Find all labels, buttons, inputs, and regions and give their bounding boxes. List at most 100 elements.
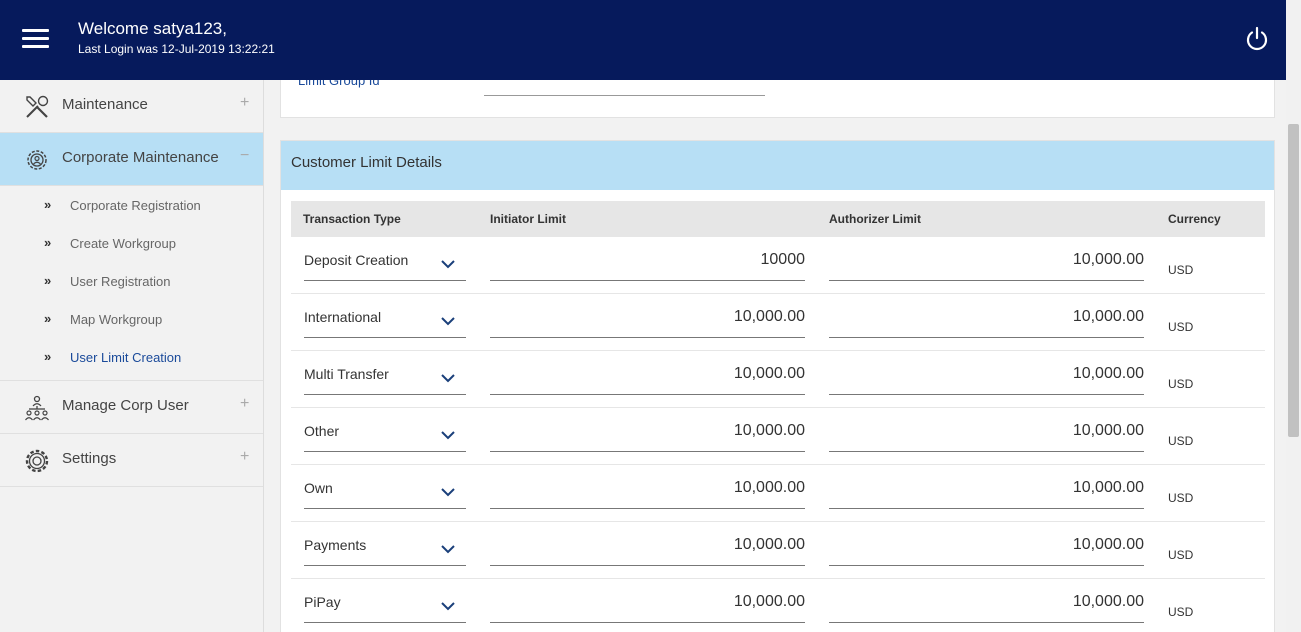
- transaction-type-value: Deposit Creation: [304, 252, 409, 268]
- transaction-type-select[interactable]: International: [304, 307, 466, 338]
- welcome-text: Welcome satya123,: [78, 19, 227, 38]
- table-row: Own 10,000.00 10,000.00 USD: [291, 465, 1265, 522]
- chevron-down-icon: [441, 260, 455, 269]
- sidebar-item-settings[interactable]: Settings +: [0, 434, 263, 487]
- authorizer-limit-input[interactable]: 10,000.00: [829, 364, 1144, 395]
- authorizer-limit-value: 10,000.00: [1072, 479, 1144, 496]
- table-row: Payments 10,000.00 10,000.00 USD: [291, 522, 1265, 579]
- authorizer-limit-input[interactable]: 10,000.00: [829, 421, 1144, 452]
- transaction-type-select[interactable]: Deposit Creation: [304, 250, 466, 281]
- double-chevron-icon: »: [44, 311, 52, 326]
- org-chart-icon: [25, 395, 49, 421]
- scrollbar-thumb[interactable]: [1288, 124, 1299, 437]
- chevron-down-icon: [441, 488, 455, 497]
- initiator-limit-value: 10,000.00: [733, 422, 805, 439]
- table-header: Transaction Type Initiator Limit Authori…: [291, 201, 1265, 237]
- authorizer-limit-value: 10,000.00: [1072, 593, 1144, 610]
- main-content: Limit Group Id Customer Limit Details Tr…: [264, 80, 1286, 632]
- double-chevron-icon: »: [44, 349, 52, 364]
- chevron-down-icon: [441, 317, 455, 326]
- initiator-limit-input[interactable]: 10000: [490, 250, 805, 281]
- initiator-limit-value: 10,000.00: [733, 308, 805, 325]
- transaction-type-select[interactable]: Multi Transfer: [304, 364, 466, 395]
- initiator-limit-input[interactable]: 10,000.00: [490, 307, 805, 338]
- currency-value: USD: [1168, 263, 1194, 277]
- table-row: Deposit Creation 10000 10,000.00 USD: [291, 237, 1265, 294]
- sidebar-item-maintenance[interactable]: Maintenance +: [0, 80, 263, 133]
- initiator-limit-value: 10000: [760, 251, 806, 268]
- last-login-text: Last Login was 12-Jul-2019 13:22:21: [78, 42, 275, 56]
- expand-icon[interactable]: +: [240, 94, 249, 112]
- customer-limit-title: Customer Limit Details: [281, 141, 1274, 190]
- authorizer-limit-value: 10,000.00: [1072, 308, 1144, 325]
- chevron-down-icon: [441, 602, 455, 611]
- transaction-type-value: Own: [304, 480, 333, 496]
- currency-value: USD: [1168, 377, 1194, 391]
- submenu-item-label: User Limit Creation: [70, 350, 182, 365]
- table-row: Multi Transfer 10,000.00 10,000.00 USD: [291, 351, 1265, 408]
- limit-group-id-input[interactable]: [484, 95, 765, 96]
- initiator-limit-input[interactable]: 10,000.00: [490, 364, 805, 395]
- submenu-item-create-workgroup[interactable]: » Create Workgroup: [0, 224, 263, 262]
- chevron-down-icon: [441, 545, 455, 554]
- transaction-type-select[interactable]: Own: [304, 478, 466, 509]
- initiator-limit-value: 10,000.00: [733, 536, 805, 553]
- initiator-limit-input[interactable]: 10,000.00: [490, 478, 805, 509]
- authorizer-limit-input[interactable]: 10,000.00: [829, 478, 1144, 509]
- sidebar-item-corporate-maintenance[interactable]: Corporate Maintenance −: [0, 133, 263, 186]
- limit-group-card: Limit Group Id: [280, 80, 1275, 118]
- sidebar-item-manage-corp-user[interactable]: Manage Corp User +: [0, 381, 263, 434]
- power-icon[interactable]: [1244, 26, 1270, 52]
- submenu-item-label: Corporate Registration: [70, 198, 201, 213]
- top-bar: Welcome satya123, Last Login was 12-Jul-…: [0, 0, 1286, 80]
- chevron-down-icon: [441, 374, 455, 383]
- currency-value: USD: [1168, 548, 1194, 562]
- menu-icon[interactable]: [22, 27, 50, 51]
- column-header-currency: Currency: [1168, 212, 1221, 226]
- tools-icon: [26, 95, 49, 118]
- authorizer-limit-input[interactable]: 10,000.00: [829, 307, 1144, 338]
- authorizer-limit-value: 10,000.00: [1072, 365, 1144, 382]
- submenu-item-user-limit-creation[interactable]: » User Limit Creation: [0, 338, 263, 376]
- transaction-type-value: PiPay: [304, 594, 341, 610]
- column-header-initiator-limit: Initiator Limit: [490, 212, 566, 226]
- sidebar-item-label: Manage Corp User: [62, 397, 189, 414]
- transaction-type-select[interactable]: Other: [304, 421, 466, 452]
- customer-limit-card: Customer Limit Details Transaction Type …: [280, 140, 1275, 632]
- table-row: PiPay 10,000.00 10,000.00 USD: [291, 579, 1265, 632]
- submenu-item-map-workgroup[interactable]: » Map Workgroup: [0, 300, 263, 338]
- transaction-type-select[interactable]: PiPay: [304, 592, 466, 623]
- submenu-item-label: Map Workgroup: [70, 312, 163, 327]
- chevron-down-icon: [441, 431, 455, 440]
- authorizer-limit-value: 10,000.00: [1072, 251, 1144, 268]
- transaction-type-value: Multi Transfer: [304, 366, 389, 382]
- currency-value: USD: [1168, 605, 1194, 619]
- collapse-icon[interactable]: −: [240, 147, 249, 165]
- page-scrollbar[interactable]: [1286, 0, 1301, 632]
- gear-person-icon: [27, 150, 47, 170]
- transaction-type-value: Payments: [304, 537, 367, 553]
- currency-value: USD: [1168, 320, 1194, 334]
- expand-icon[interactable]: +: [240, 395, 249, 413]
- authorizer-limit-input[interactable]: 10,000.00: [829, 535, 1144, 566]
- column-header-authorizer-limit: Authorizer Limit: [829, 212, 921, 226]
- initiator-limit-input[interactable]: 10,000.00: [490, 535, 805, 566]
- initiator-limit-input[interactable]: 10,000.00: [490, 421, 805, 452]
- transaction-type-select[interactable]: Payments: [304, 535, 466, 566]
- submenu-item-corporate-registration[interactable]: » Corporate Registration: [0, 186, 263, 224]
- sidebar-item-label: Maintenance: [62, 96, 148, 113]
- sidebar-item-label: Settings: [62, 450, 117, 467]
- column-header-transaction-type: Transaction Type: [303, 212, 401, 226]
- limit-group-id-label: Limit Group Id: [298, 80, 380, 88]
- initiator-limit-input[interactable]: 10,000.00: [490, 592, 805, 623]
- submenu-item-label: Create Workgroup: [70, 236, 176, 251]
- initiator-limit-value: 10,000.00: [733, 593, 805, 610]
- double-chevron-icon: »: [44, 273, 52, 288]
- authorizer-limit-value: 10,000.00: [1072, 422, 1144, 439]
- expand-icon[interactable]: +: [240, 448, 249, 466]
- double-chevron-icon: »: [44, 235, 52, 250]
- initiator-limit-value: 10,000.00: [733, 365, 805, 382]
- submenu-item-user-registration[interactable]: » User Registration: [0, 262, 263, 300]
- authorizer-limit-input[interactable]: 10,000.00: [829, 250, 1144, 281]
- authorizer-limit-input[interactable]: 10,000.00: [829, 592, 1144, 623]
